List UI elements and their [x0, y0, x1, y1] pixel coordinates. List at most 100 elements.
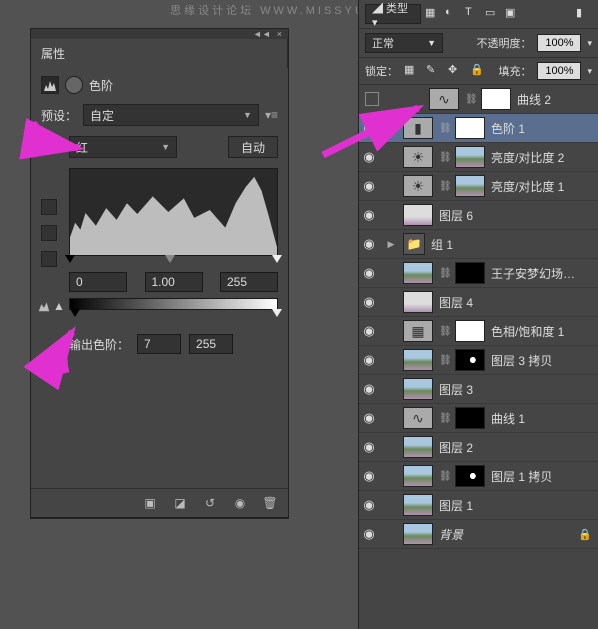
visibility-toggle[interactable]: ◉ [359, 323, 379, 339]
layer-row[interactable]: ◉图层 4 [359, 288, 598, 317]
trash-icon[interactable]: 🗑 [260, 495, 280, 511]
layer-row[interactable]: ◉▮⛓色阶 1 [359, 114, 598, 143]
layer-name[interactable]: 图层 1 [439, 497, 592, 514]
layer-name[interactable]: 图层 1 拷贝 [491, 468, 592, 485]
visibility-toggle[interactable]: ◉ [359, 120, 379, 136]
layer-row[interactable]: ◉ ▶ 📁 组 1 [359, 230, 598, 259]
layer-thumbnail[interactable] [403, 349, 433, 371]
layer-row[interactable]: ◉ 图层 2 [359, 433, 598, 462]
visibility-toggle[interactable]: ◉ [359, 381, 379, 397]
layer-row[interactable]: ◉☀⛓亮度/对比度 1 [359, 172, 598, 201]
layer-name[interactable]: 图层 6 [439, 207, 592, 224]
layer-thumbnail[interactable] [403, 523, 433, 545]
filter-pixel-icon[interactable]: ▦ [425, 6, 441, 22]
layer-row[interactable]: ◉ 图层 3 [359, 375, 598, 404]
layer-thumbnail[interactable]: 📁 [403, 233, 425, 255]
mask-thumbnail[interactable] [455, 146, 485, 168]
fill-field[interactable]: 100% [537, 62, 581, 80]
close-icon[interactable]: × [277, 29, 282, 39]
visibility-toggle[interactable]: ◉ [359, 497, 379, 513]
layer-name[interactable]: 色阶 1 [491, 120, 592, 137]
layer-name[interactable]: 王子安梦幻场… [491, 265, 592, 282]
layer-name[interactable]: 图层 3 拷贝 [491, 352, 592, 369]
mask-thumbnail[interactable] [455, 349, 485, 371]
layer-thumbnail[interactable] [403, 204, 433, 226]
input-slider[interactable] [69, 256, 278, 266]
black-eyedropper-icon[interactable] [41, 199, 57, 215]
output-black-field[interactable]: 7 [137, 334, 181, 354]
layer-row[interactable]: ◉⛓王子安梦幻场… [359, 259, 598, 288]
visibility-icon[interactable]: ◉ [230, 495, 250, 511]
layer-name[interactable]: 色相/饱和度 1 [491, 323, 592, 340]
visibility-toggle[interactable]: ◉ [359, 410, 379, 426]
preset-dropdown[interactable]: 自定 ▼ [83, 104, 259, 126]
layer-row[interactable]: ◉⛓图层 3 拷贝 [359, 346, 598, 375]
layer-thumbnail[interactable]: ∿ [403, 407, 433, 429]
layer-row[interactable]: ◉背景🔒 [359, 520, 598, 549]
layer-row[interactable]: ◉ 图层 1 [359, 491, 598, 520]
layer-name[interactable]: 组 1 [431, 236, 592, 253]
layer-name[interactable]: 图层 3 [439, 381, 592, 398]
mask-thumbnail[interactable] [455, 407, 485, 429]
auto-button[interactable]: 自动 [228, 136, 278, 158]
filter-smart-icon[interactable]: ▣ [505, 6, 521, 22]
opacity-field[interactable]: 100% [537, 34, 581, 52]
mask-thumbnail[interactable] [481, 88, 511, 110]
visibility-toggle[interactable]: ◉ [359, 236, 379, 252]
visibility-toggle[interactable]: ◉ [359, 352, 379, 368]
layer-row[interactable]: ◉☀⛓亮度/对比度 2 [359, 143, 598, 172]
layer-row[interactable]: ◉∿⛓曲线 2 [359, 85, 598, 114]
filter-text-icon[interactable]: T [465, 6, 481, 22]
expand-icon[interactable]: ▶ [385, 239, 397, 250]
lock-transparency-icon[interactable]: ▦ [404, 63, 420, 79]
layer-thumbnail[interactable] [403, 291, 433, 313]
chevron-down-icon[interactable]: ▾ [587, 38, 592, 49]
mask-icon[interactable] [65, 76, 83, 94]
lock-pixels-icon[interactable]: ✎ [426, 63, 442, 79]
lock-position-icon[interactable]: ✥ [448, 63, 464, 79]
clip-icon[interactable]: ▣ [140, 495, 160, 511]
input-gamma-field[interactable]: 1.00 [145, 272, 203, 292]
mask-thumbnail[interactable] [455, 175, 485, 197]
layer-name[interactable]: 曲线 2 [517, 91, 592, 108]
filter-shape-icon[interactable]: ▭ [485, 6, 501, 22]
layer-thumbnail[interactable] [403, 494, 433, 516]
layer-name[interactable]: 亮度/对比度 1 [491, 178, 592, 195]
layer-name[interactable]: 图层 2 [439, 439, 592, 456]
white-eyedropper-icon[interactable] [41, 251, 57, 267]
layer-name[interactable]: 图层 4 [439, 294, 592, 311]
previous-icon[interactable]: ◪ [170, 495, 190, 511]
visibility-toggle[interactable]: ◉ [359, 265, 379, 281]
visibility-toggle[interactable]: ◉ [359, 439, 379, 455]
mask-thumbnail[interactable] [455, 320, 485, 342]
visibility-toggle[interactable]: ◉ [359, 526, 379, 542]
layer-row[interactable]: ◉∿⛓曲线 1 [359, 404, 598, 433]
visibility-toggle[interactable]: ◉ [385, 91, 405, 107]
filter-adj-icon[interactable]: ◐ [445, 6, 461, 22]
layer-thumbnail[interactable] [403, 465, 433, 487]
filter-type-dropdown[interactable]: ◢ 类型 ▾ [365, 4, 421, 24]
layer-thumbnail[interactable] [403, 378, 433, 400]
layer-name[interactable]: 亮度/对比度 2 [491, 149, 592, 166]
layer-thumbnail[interactable] [403, 262, 433, 284]
layer-thumbnail[interactable]: ☀ [403, 146, 433, 168]
layer-row[interactable]: ◉⛓图层 1 拷贝 [359, 462, 598, 491]
visibility-toggle[interactable]: ◉ [359, 149, 379, 165]
blend-mode-dropdown[interactable]: 正常▼ [365, 33, 443, 53]
layer-name[interactable]: 曲线 1 [491, 410, 592, 427]
mask-thumbnail[interactable] [455, 117, 485, 139]
input-white-field[interactable]: 255 [220, 272, 278, 292]
collapse-icon[interactable]: ◄◄ [253, 29, 271, 39]
layer-thumbnail[interactable] [403, 436, 433, 458]
lock-all-icon[interactable]: 🔒 [470, 63, 486, 79]
layer-row[interactable]: ◉▦⛓色相/饱和度 1 [359, 317, 598, 346]
channel-dropdown[interactable]: 红 ▼ [69, 136, 177, 158]
mask-thumbnail[interactable] [455, 465, 485, 487]
output-white-field[interactable]: 255 [189, 334, 233, 354]
layer-thumbnail[interactable]: ▦ [403, 320, 433, 342]
chevron-down-icon[interactable]: ▾ [587, 66, 592, 77]
menu-icon[interactable]: ▾≡ [265, 108, 278, 122]
layer-thumbnail[interactable]: ∿ [429, 88, 459, 110]
visibility-toggle[interactable]: ◉ [359, 178, 379, 194]
output-slider[interactable] [69, 310, 278, 320]
